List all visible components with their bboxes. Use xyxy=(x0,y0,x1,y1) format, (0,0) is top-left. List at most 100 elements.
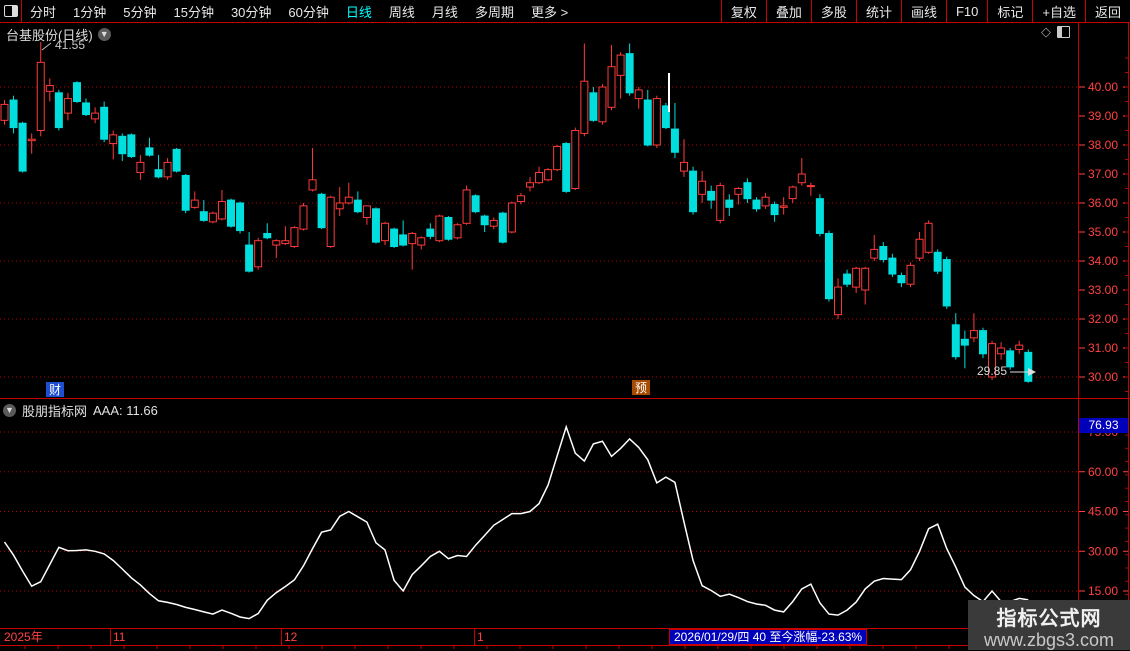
candle-body xyxy=(797,173,806,184)
candle-body xyxy=(498,212,507,243)
stock-title: 台基股份(日线) xyxy=(6,28,93,43)
tool-button-7[interactable]: +自选 xyxy=(1032,0,1085,22)
candle-body xyxy=(643,99,652,146)
candle-body xyxy=(381,222,390,242)
tool-button-4[interactable]: 画线 xyxy=(900,0,946,22)
tool-button-8[interactable]: 返回 xyxy=(1084,0,1130,22)
candle-body xyxy=(417,237,426,246)
period-tab-3[interactable]: 15分钟 xyxy=(173,2,213,21)
candle-body xyxy=(562,143,571,192)
candle-body xyxy=(36,61,45,131)
tool-button-6[interactable]: 标记 xyxy=(987,0,1032,22)
layout-split-button[interactable] xyxy=(0,0,22,22)
candle-body xyxy=(390,228,399,248)
candle-body xyxy=(227,199,235,227)
tool-button-3[interactable]: 统计 xyxy=(855,0,901,22)
price-axis-label: 32.00 xyxy=(1088,312,1118,326)
candle-body xyxy=(217,201,226,220)
candle-body xyxy=(933,251,942,272)
candle-body xyxy=(272,240,281,246)
split-screen-icon xyxy=(3,5,18,17)
chevron-down-icon[interactable]: ▼ xyxy=(97,28,111,41)
last-price-label: 29.85 xyxy=(977,364,1008,378)
candle-body xyxy=(1015,344,1024,350)
tool-button-1[interactable]: 叠加 xyxy=(765,0,811,22)
candle-body xyxy=(281,240,290,245)
candle-body xyxy=(689,170,698,213)
period-tab-10[interactable]: 更多 > xyxy=(531,2,568,21)
candle-body xyxy=(544,169,553,181)
candle-body xyxy=(743,182,752,200)
indicator-line xyxy=(3,424,1029,620)
indicator-axis-label: 45.00 xyxy=(1088,505,1118,519)
period-tab-6[interactable]: 日线 xyxy=(346,2,372,21)
candle-body xyxy=(788,186,797,200)
candle-body xyxy=(589,92,598,121)
pane-split-icon[interactable] xyxy=(1057,26,1070,38)
candle-body xyxy=(299,205,308,230)
tools-menu: 复权 叠加 多股 统计 画线 F10 标记 +自选 返回 xyxy=(720,0,1130,22)
indicator-collapse-icon[interactable]: ▼ xyxy=(3,404,16,417)
candle-body xyxy=(815,198,824,234)
period-tab-2[interactable]: 5分钟 xyxy=(123,2,156,21)
candle-body xyxy=(136,161,145,174)
candle-body xyxy=(435,215,444,242)
candle-body xyxy=(725,199,734,208)
period-menu: 分时 1分钟 5分钟 15分钟 30分钟 60分钟 日线 周线 月线 多周期 更多 > xyxy=(22,2,568,21)
indicator-value: AAA: 11.66 xyxy=(93,403,158,418)
candle-body xyxy=(109,134,118,145)
candle-body xyxy=(27,138,36,142)
candle-body xyxy=(1006,350,1015,368)
indicator-name: 股朋指标网 xyxy=(22,404,88,419)
price-axis-label: 35.00 xyxy=(1088,225,1118,239)
candle-body xyxy=(834,286,843,316)
period-tab-9[interactable]: 多周期 xyxy=(475,2,514,21)
candle-body xyxy=(408,232,417,245)
candle-body xyxy=(598,86,607,123)
candle-body xyxy=(951,324,960,358)
candle-body xyxy=(861,267,870,291)
candle-body xyxy=(353,199,362,213)
candle-body xyxy=(317,193,326,229)
indicator-axis-label: 30.00 xyxy=(1088,544,1118,558)
price-axis-label: 31.00 xyxy=(1088,341,1118,355)
candle-body xyxy=(670,128,679,153)
price-axis-label: 37.00 xyxy=(1088,167,1118,181)
period-tab-4[interactable]: 30分钟 xyxy=(231,2,271,21)
date-info-tag: 2026/01/29/四 40 至今涨幅-23.63% xyxy=(669,629,868,645)
indicator-axis-label: 15.00 xyxy=(1088,584,1118,598)
candle-body xyxy=(145,147,154,156)
candle-body xyxy=(852,267,861,288)
candle-body xyxy=(752,199,761,210)
candle-body xyxy=(625,53,634,94)
candle-body xyxy=(399,234,408,246)
period-tab-0[interactable]: 分时 xyxy=(30,2,56,21)
candle-body xyxy=(616,54,625,76)
finance-event-badge[interactable]: 财 xyxy=(46,382,65,397)
candle-body xyxy=(335,202,344,210)
candle-body xyxy=(444,217,453,240)
candle-body xyxy=(308,179,317,191)
price-axis-label: 39.00 xyxy=(1088,109,1118,123)
candle-body xyxy=(525,182,534,188)
candle-body xyxy=(535,172,544,184)
tool-button-5[interactable]: F10 xyxy=(945,0,987,22)
period-tab-5[interactable]: 60分钟 xyxy=(288,2,328,21)
candle-body xyxy=(761,196,770,207)
forecast-event-badge[interactable]: 预 xyxy=(632,380,651,395)
diamond-icon[interactable]: ◇ xyxy=(1041,24,1051,40)
candle-body xyxy=(734,188,743,195)
candle-body xyxy=(236,202,245,232)
watermark-title: 指标公式网 xyxy=(996,608,1102,630)
tool-button-2[interactable]: 多股 xyxy=(810,0,856,22)
period-tab-8[interactable]: 月线 xyxy=(432,2,458,21)
candle-body xyxy=(879,246,888,261)
candle-body xyxy=(960,338,969,346)
chart-canvas: 40.00 39.00 38.00 37.00 36.00 35.00 34.00 33.00… xyxy=(0,23,1130,649)
candle-body xyxy=(82,102,91,116)
candle-body xyxy=(263,232,272,239)
period-tab-7[interactable]: 周线 xyxy=(389,2,415,21)
tool-button-0[interactable]: 复权 xyxy=(720,0,766,22)
period-tab-1[interactable]: 1分钟 xyxy=(73,2,106,21)
candle-body xyxy=(181,174,190,211)
